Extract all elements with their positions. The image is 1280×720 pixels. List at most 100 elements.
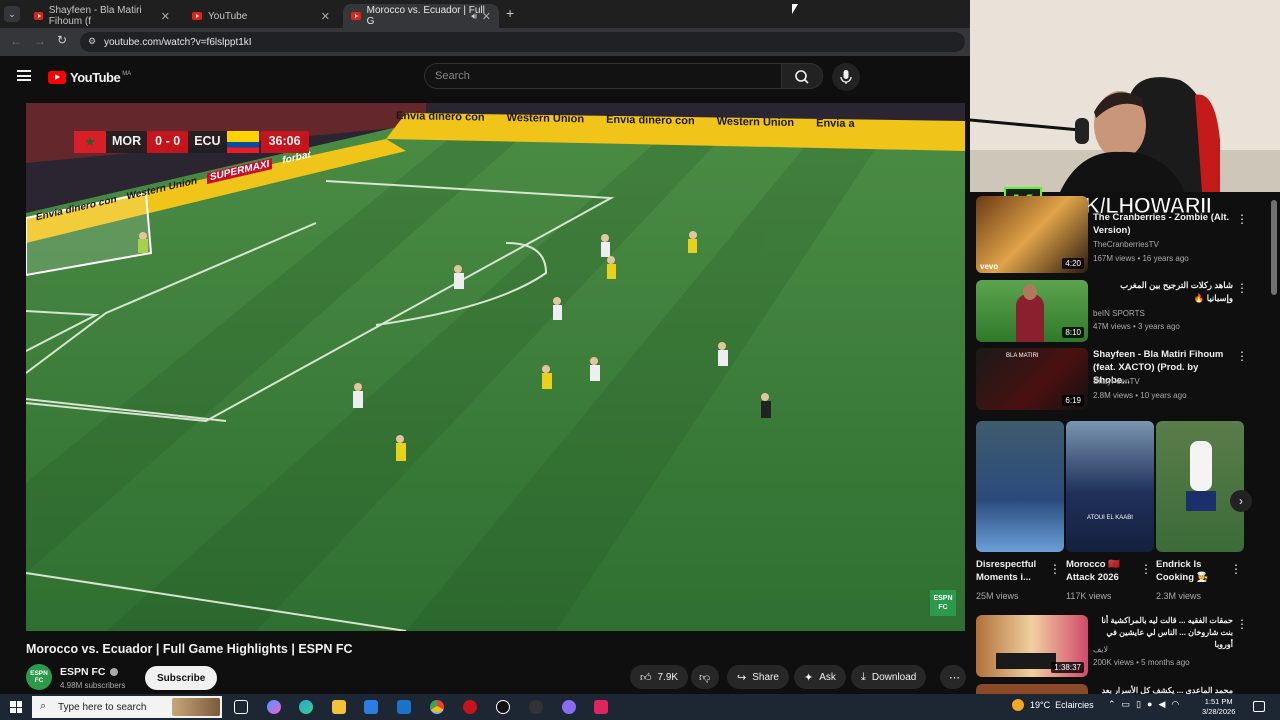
search-placeholder: Type here to search bbox=[58, 701, 147, 713]
microphone-icon[interactable]: ● bbox=[1147, 699, 1152, 710]
search-button[interactable] bbox=[781, 63, 823, 89]
app-icon-dark[interactable] bbox=[529, 700, 543, 714]
short-title[interactable]: Endrick Is Cooking 🧑‍🍳 bbox=[1156, 558, 1226, 584]
clock-date: 3/28/2026 bbox=[1202, 707, 1236, 716]
search-icon bbox=[795, 70, 809, 84]
list-item-channel[interactable]: لايف bbox=[1093, 645, 1108, 654]
sidebar-scrollbar[interactable] bbox=[1271, 200, 1277, 295]
edge-icon[interactable] bbox=[299, 700, 313, 714]
list-item-title[interactable]: The Cranberries - Zombie (Alt. Version) bbox=[1093, 211, 1233, 237]
audio-playing-icon[interactable]: 🔊︎ bbox=[471, 11, 477, 22]
more-options-icon[interactable] bbox=[1236, 349, 1248, 363]
share-button[interactable]: ↪ Share bbox=[727, 665, 789, 689]
short-thumbnail[interactable]: ATOUI EL KAABI bbox=[1066, 421, 1154, 552]
list-item-thumbnail[interactable] bbox=[976, 684, 1088, 694]
short-thumbnail[interactable] bbox=[1156, 421, 1244, 552]
chrome-icon[interactable] bbox=[430, 700, 444, 714]
close-tab-icon[interactable]: ✕ bbox=[321, 10, 330, 23]
more-options-icon[interactable] bbox=[1236, 212, 1248, 226]
list-item-meta: 200K views • 5 months ago bbox=[1093, 658, 1190, 667]
shelf-next-button[interactable]: › bbox=[1230, 490, 1252, 512]
youtube-favicon-icon bbox=[351, 12, 361, 20]
app-icon-pink[interactable] bbox=[594, 700, 608, 714]
video-title: Morocco vs. Ecuador | Full Game Highligh… bbox=[26, 642, 353, 656]
browser-tab-2[interactable]: YouTube ✕ bbox=[184, 4, 338, 28]
wifi-icon[interactable]: ◠ bbox=[1171, 699, 1179, 710]
file-explorer-icon[interactable] bbox=[332, 700, 346, 714]
channel-name[interactable]: ESPN FC bbox=[60, 666, 118, 678]
browser-toolbar: ← → ↻ ⚙ youtube.com/watch?v=f6lslppt1kI bbox=[0, 28, 970, 56]
list-item-title[interactable]: شاهد ركلات الترجيح بين المغرب وإسبانيا 🔥 bbox=[1093, 279, 1233, 305]
score: 0 - 0 bbox=[147, 131, 189, 153]
discord-icon[interactable] bbox=[562, 700, 576, 714]
browser-tab-3[interactable]: Morocco vs. Ecuador | Full G 🔊︎ ✕ bbox=[343, 4, 499, 28]
volume-icon[interactable]: ◀ bbox=[1158, 699, 1165, 710]
store-icon[interactable] bbox=[364, 700, 378, 714]
close-tab-icon[interactable]: ✕ bbox=[161, 10, 170, 23]
list-item-channel[interactable]: beIN SPORTS bbox=[1093, 309, 1145, 318]
list-item-title[interactable]: محمد الماعدي ... يكشف كل الأسرار بعد تعا… bbox=[1093, 684, 1233, 694]
short-title[interactable]: Disrespectful Moments i... bbox=[976, 558, 1042, 584]
list-item-channel[interactable]: ShayFeenTV bbox=[1093, 377, 1140, 386]
more-options-icon[interactable] bbox=[1236, 617, 1248, 631]
share-label: Share bbox=[752, 671, 779, 683]
list-item-channel[interactable]: TheCranberriesTV bbox=[1093, 240, 1159, 249]
weather-widget[interactable]: 19°C Eclaircies bbox=[1012, 699, 1094, 711]
network-icon[interactable]: ▭ bbox=[1122, 699, 1131, 710]
taskbar-search-input[interactable]: ⌕ Type here to search bbox=[32, 696, 222, 718]
espn-fc-watermark: ESPN FC bbox=[930, 590, 956, 616]
ad-text: Envia dinero con bbox=[396, 110, 485, 124]
task-view-icon[interactable] bbox=[234, 700, 248, 714]
more-options-icon[interactable] bbox=[1140, 562, 1152, 576]
windows-start-icon[interactable] bbox=[10, 701, 22, 713]
browser-tab-1[interactable]: Shayfeen - Bla Matiri Fihoum (f ✕ bbox=[26, 4, 178, 28]
ask-button[interactable]: ✦ Ask bbox=[794, 665, 846, 689]
chevron-up-icon[interactable]: ⌃ bbox=[1108, 699, 1116, 710]
away-team: ECU bbox=[188, 131, 227, 153]
list-item-thumbnail[interactable]: 1:38:37 bbox=[976, 615, 1088, 677]
notifications-icon[interactable] bbox=[1253, 701, 1265, 712]
outlook-icon[interactable] bbox=[397, 700, 411, 714]
thumbnail-text: BLA MATIRI bbox=[1006, 353, 1039, 359]
reload-icon[interactable]: ↻ bbox=[57, 33, 67, 47]
mouse-cursor-icon bbox=[792, 4, 798, 14]
search-icon: ⌕ bbox=[40, 700, 47, 712]
subscribe-button[interactable]: Subscribe bbox=[145, 666, 218, 690]
short-thumbnail[interactable] bbox=[976, 421, 1064, 552]
site-info-icon[interactable]: ⚙ bbox=[88, 36, 96, 47]
forward-icon[interactable]: → bbox=[34, 34, 46, 48]
like-button[interactable]: 👍︎ 7.9K bbox=[630, 665, 688, 689]
short-title[interactable]: Morocco 🇲🇦 Attack 2026 bbox=[1066, 558, 1132, 584]
menu-icon[interactable] bbox=[17, 70, 31, 81]
list-item-thumbnail[interactable]: vevo 4:20 bbox=[976, 196, 1088, 273]
new-tab-button[interactable]: + bbox=[506, 5, 514, 21]
list-item-thumbnail[interactable]: 8:10 bbox=[976, 280, 1088, 342]
voice-search-button[interactable] bbox=[832, 63, 860, 91]
tab-search-button[interactable]: ⌄ bbox=[4, 6, 20, 22]
clock[interactable]: 1:51 PM 3/28/2026 bbox=[1202, 697, 1235, 717]
search-input[interactable]: Search bbox=[424, 63, 782, 89]
more-options-icon[interactable] bbox=[1230, 562, 1242, 576]
address-bar[interactable]: ⚙ youtube.com/watch?v=f6lslppt1kI bbox=[80, 32, 965, 52]
list-item-title[interactable]: حمقات الفقيه ... قالت ليه بالمراكشية أنا… bbox=[1093, 615, 1233, 651]
subscriber-count: 4.98M subscribers bbox=[60, 681, 126, 690]
more-options-icon[interactable] bbox=[1049, 562, 1061, 576]
more-options-icon[interactable] bbox=[1236, 281, 1248, 295]
battery-icon[interactable]: ▯ bbox=[1136, 699, 1141, 710]
ad-text: Envia a bbox=[816, 117, 855, 131]
channel-avatar[interactable]: ESPN FC bbox=[26, 664, 52, 690]
dislike-button[interactable]: 👎︎ bbox=[691, 665, 719, 689]
copilot-icon[interactable] bbox=[267, 700, 281, 714]
close-tab-icon[interactable]: ✕ bbox=[482, 10, 491, 23]
list-item-thumbnail[interactable]: BLA MATIRI 6:19 bbox=[976, 348, 1088, 410]
download-button[interactable]: ⤓ Download bbox=[851, 665, 927, 689]
ad-text: Western Union bbox=[716, 115, 795, 129]
more-actions-button[interactable]: ⋯ bbox=[940, 665, 966, 689]
webcam-scene bbox=[970, 0, 1280, 192]
back-icon[interactable]: ← bbox=[10, 34, 22, 48]
capcut-icon[interactable] bbox=[496, 700, 510, 714]
video-player[interactable]: Envia dinero con Western Union Envia din… bbox=[26, 103, 965, 631]
youtube-logo[interactable]: YouTube MA bbox=[48, 70, 131, 85]
system-tray-icons[interactable]: ⌃ ▭ ▯ ● ◀ ◠ bbox=[1108, 699, 1179, 710]
app-icon-red[interactable] bbox=[463, 700, 477, 714]
